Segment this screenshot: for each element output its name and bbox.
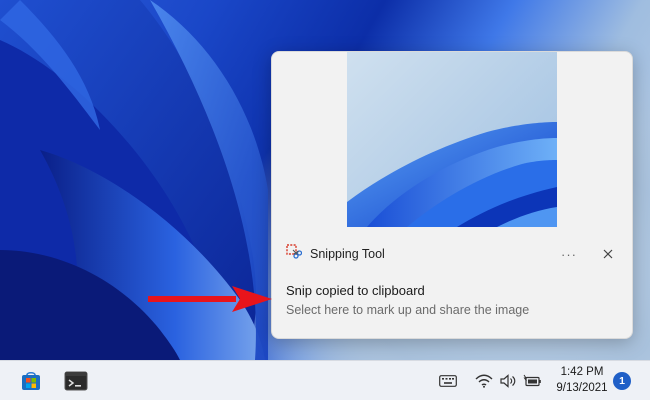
clock-time: 1:42 PM [560, 366, 604, 378]
clock-date: 9/13/2021 [556, 382, 608, 394]
wifi-icon[interactable] [474, 371, 494, 391]
volume-icon[interactable] [498, 371, 518, 391]
more-options-button[interactable]: ··· [558, 244, 580, 264]
battery-icon[interactable] [522, 371, 544, 391]
toast-title: Snip copied to clipboard [286, 283, 425, 298]
snip-notification-toast[interactable]: Snipping Tool ··· Snip copied to clipboa… [271, 51, 633, 339]
snipping-tool-icon [286, 243, 303, 265]
microsoft-store-icon[interactable] [17, 367, 45, 395]
notification-badge[interactable]: 1 [613, 372, 631, 390]
close-toast-button[interactable] [597, 244, 619, 264]
terminal-icon[interactable] [62, 367, 90, 395]
system-clock[interactable]: 1:42 PM 9/13/2021 [554, 364, 610, 396]
thumbnail-bloom [347, 122, 557, 227]
close-icon [603, 249, 613, 259]
taskbar: 1:42 PM 9/13/2021 1 [0, 360, 650, 400]
annotation-arrow [148, 286, 272, 312]
toast-app-header: Snipping Tool [286, 243, 385, 265]
snip-thumbnail[interactable] [347, 52, 557, 227]
keyboard-icon[interactable] [438, 371, 458, 391]
toast-body[interactable]: Select here to mark up and share the ima… [286, 303, 529, 317]
toast-app-name: Snipping Tool [310, 247, 385, 261]
